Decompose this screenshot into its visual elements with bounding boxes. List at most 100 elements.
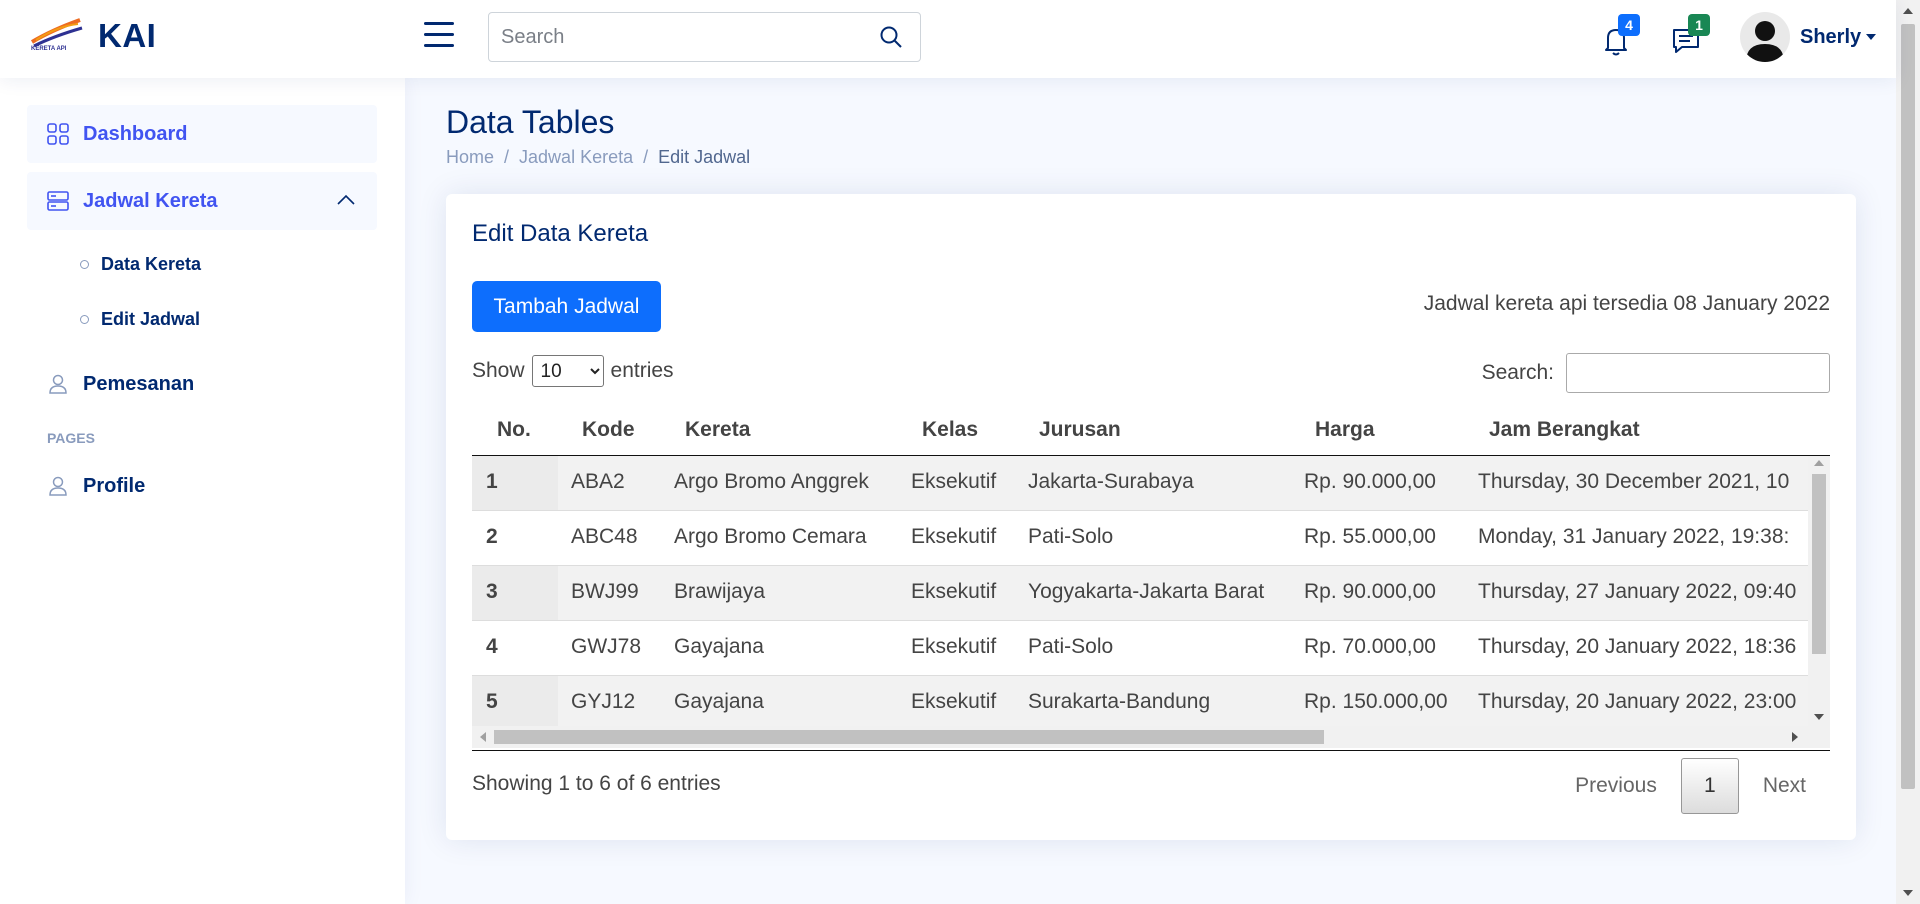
entries-select[interactable]: 10 25 50 100	[531, 355, 604, 387]
sidebar-subitem-data-kereta[interactable]: Data Kereta	[80, 254, 201, 275]
column-header-jurusan[interactable]: Jurusan	[1039, 418, 1121, 442]
messages-button[interactable]: 1	[1666, 14, 1710, 60]
table-header: No. Kode Kereta Kelas Jurusan Harga Jam …	[472, 406, 1830, 456]
cell-kode: GYJ12	[571, 690, 636, 713]
add-schedule-button[interactable]: Tambah Jadwal	[472, 281, 661, 332]
cell-no: 2	[486, 525, 498, 548]
cell-kereta: Gayajana	[674, 690, 764, 713]
table-row[interactable]: 1 ABA2 Argo Bromo Anggrek Eksekutif Jaka…	[472, 456, 1808, 511]
table-info: Showing 1 to 6 of 6 entries	[472, 772, 721, 795]
cell-no: 5	[486, 690, 498, 713]
cell-jam: Thursday, 20 January 2022, 23:00	[1478, 690, 1797, 713]
server-icon	[47, 191, 69, 211]
table-horizontal-scrollbar[interactable]	[472, 726, 1830, 748]
column-header-kelas[interactable]: Kelas	[922, 418, 978, 442]
cell-jurusan: Pati-Solo	[1028, 635, 1114, 658]
notifications-button[interactable]: 4	[1596, 14, 1640, 60]
cell-kelas: Eksekutif	[911, 635, 997, 658]
cell-jurusan: Surakarta-Bandung	[1028, 690, 1211, 713]
cell-kode: BWJ99	[571, 580, 639, 603]
page-1-button[interactable]: 1	[1680, 758, 1739, 814]
sidebar-toggle-button[interactable]	[424, 22, 456, 52]
cell-harga: Rp. 90.000,00	[1304, 580, 1436, 603]
table-row[interactable]: 5 GYJ12 Gayajana Eksekutif Surakarta-Ban…	[472, 676, 1808, 726]
cell-harga: Rp. 150.000,00	[1304, 690, 1448, 713]
cell-no: 4	[486, 635, 498, 658]
cell-jam: Thursday, 27 January 2022, 09:40	[1478, 580, 1797, 603]
scroll-up-icon[interactable]	[1903, 8, 1913, 14]
circle-icon	[80, 315, 89, 324]
cell-kelas: Eksekutif	[911, 690, 997, 713]
table-body: 1 ABA2 Argo Bromo Anggrek Eksekutif Jaka…	[472, 456, 1808, 726]
kai-logo-icon: KERETA API	[28, 16, 86, 56]
scroll-down-icon[interactable]	[1903, 890, 1913, 896]
scroll-right-icon[interactable]	[1792, 732, 1798, 742]
scroll-up-icon[interactable]	[1814, 460, 1824, 466]
column-header-jam-berangkat[interactable]: Jam Berangkat	[1489, 418, 1640, 442]
sidebar-item-profile[interactable]: Profile	[27, 457, 377, 515]
cell-kode: ABA2	[571, 470, 625, 493]
avatar	[1740, 12, 1790, 62]
next-page-button[interactable]: Next	[1739, 774, 1830, 798]
cell-jurusan: Jakarta-Surabaya	[1028, 470, 1194, 493]
profile-name: Sherly	[1800, 25, 1862, 48]
column-header-kereta[interactable]: Kereta	[685, 418, 750, 442]
table-vertical-scrollbar[interactable]	[1808, 456, 1830, 726]
entries-length-control: Show 10 25 50 100 entries	[472, 355, 674, 387]
header-search-form	[488, 12, 921, 62]
cell-kelas: Eksekutif	[911, 470, 997, 493]
cell-kereta: Argo Bromo Anggrek	[674, 470, 869, 493]
cell-harga: Rp. 70.000,00	[1304, 635, 1436, 658]
table-search-input[interactable]	[1566, 353, 1830, 393]
cell-jurusan: Pati-Solo	[1028, 525, 1114, 548]
search-icon	[880, 26, 902, 48]
table-row[interactable]: 2 ABC48 Argo Bromo Cemara Eksekutif Pati…	[472, 511, 1808, 566]
logo-caption: KERETA API	[31, 46, 67, 52]
table-row[interactable]: 3 BWJ99 Brawijaya Eksekutif Yogyakarta-J…	[472, 566, 1808, 621]
breadcrumb-jadwal-kereta[interactable]: Jadwal Kereta	[519, 147, 633, 168]
scrollbar-thumb[interactable]	[494, 730, 1324, 744]
profile-dropdown[interactable]: Sherly	[1740, 12, 1877, 62]
column-header-kode[interactable]: Kode	[582, 418, 635, 442]
cell-kereta: Gayajana	[674, 635, 764, 658]
sidebar-item-label: Dashboard	[83, 122, 188, 145]
table-row[interactable]: 4 GWJ78 Gayajana Eksekutif Pati-Solo Rp.…	[472, 621, 1808, 676]
column-header-no[interactable]: No.	[497, 418, 531, 442]
previous-page-button[interactable]: Previous	[1551, 774, 1681, 798]
sidebar-item-label: Profile	[83, 474, 146, 497]
cell-jam: Thursday, 20 January 2022, 18:36	[1478, 635, 1797, 658]
person-icon	[49, 476, 67, 496]
header-search-input[interactable]	[489, 13, 862, 61]
scrollbar-thumb[interactable]	[1901, 24, 1915, 789]
column-header-harga[interactable]: Harga	[1315, 418, 1375, 442]
notifications-badge: 4	[1618, 14, 1640, 36]
breadcrumb: Home / Jadwal Kereta / Edit Jadwal	[446, 147, 750, 168]
caret-down-icon	[1866, 34, 1877, 40]
entries-label: entries	[610, 359, 674, 382]
circle-icon	[80, 260, 89, 269]
user-avatar-icon	[1746, 21, 1784, 62]
sidebar-item-jadwal-kereta[interactable]: Jadwal Kereta	[27, 172, 377, 230]
cell-kode: ABC48	[571, 525, 638, 548]
breadcrumb-home[interactable]: Home	[446, 147, 494, 168]
cell-jurusan: Yogyakarta-Jakarta Barat	[1028, 580, 1265, 603]
sidebar: Dashboard Jadwal Kereta Data Kereta Edit…	[0, 78, 405, 904]
scroll-left-icon[interactable]	[480, 732, 486, 742]
cell-harga: Rp. 90.000,00	[1304, 470, 1436, 493]
sidebar-item-pemesanan[interactable]: Pemesanan	[27, 355, 377, 413]
table-search: Search:	[1482, 353, 1830, 393]
breadcrumb-separator: /	[504, 147, 510, 167]
page-vertical-scrollbar[interactable]	[1896, 0, 1920, 904]
scroll-down-icon[interactable]	[1814, 714, 1824, 720]
sidebar-subitem-edit-jadwal[interactable]: Edit Jadwal	[80, 309, 200, 330]
cell-no: 3	[486, 580, 498, 603]
availability-text: Jadwal kereta api tersedia 08 January 20…	[1423, 292, 1830, 315]
sidebar-item-dashboard[interactable]: Dashboard	[27, 105, 377, 163]
cell-kelas: Eksekutif	[911, 580, 997, 603]
cell-kereta: Brawijaya	[674, 580, 766, 603]
logo[interactable]: KERETA API KAI	[28, 16, 156, 56]
show-label: Show	[472, 359, 525, 382]
scrollbar-thumb[interactable]	[1812, 474, 1826, 654]
search-button[interactable]	[862, 13, 920, 61]
breadcrumb-current: Edit Jadwal	[658, 147, 751, 167]
